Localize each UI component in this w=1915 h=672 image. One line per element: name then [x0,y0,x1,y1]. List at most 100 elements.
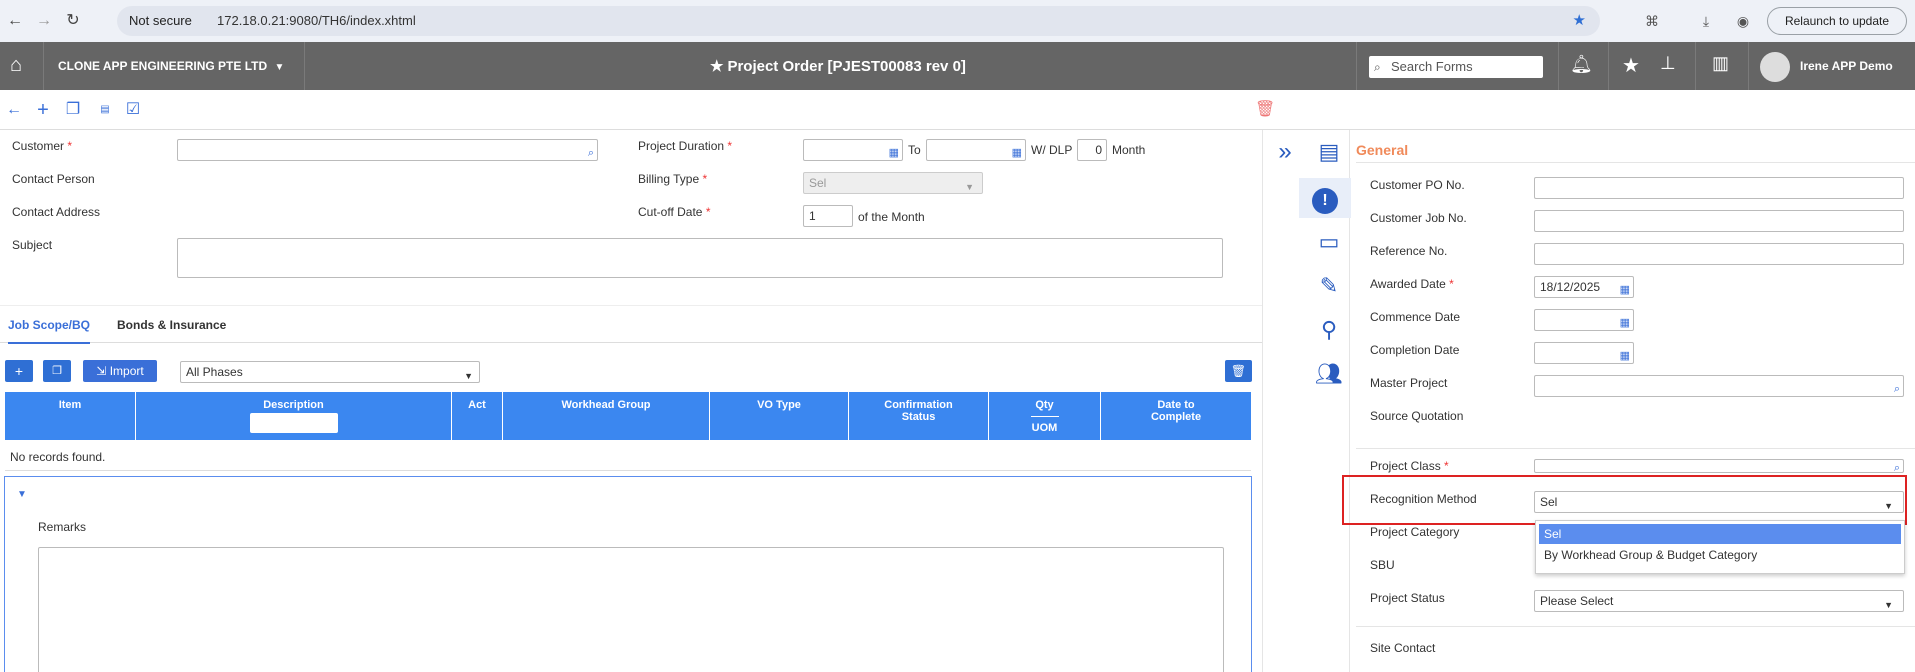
copy-row-button[interactable]: ❐ [43,360,71,382]
duration-start-date[interactable]: ▦ [803,139,903,161]
app-header: ⌂ CLONE APP ENGINEERING PTE LTD ▼ ★ Proje… [0,42,1915,90]
add-row-button[interactable]: + [5,360,33,382]
search-icon[interactable]: ⌕ [1894,379,1900,399]
delete-rows-button[interactable]: 🗑︎ [1225,360,1252,382]
reload-icon[interactable]: ↻ [63,11,83,31]
duration-end-date[interactable]: ▦ [926,139,1026,161]
header-divider [1695,42,1696,90]
copy-icon[interactable]: ❐ [64,101,82,119]
billing-type-label: Billing Type * [638,172,708,186]
master-project-input[interactable]: ⌕ [1534,375,1904,397]
home-icon[interactable]: ⌂ [10,54,22,77]
header-divider [304,42,305,90]
commence-date-input[interactable]: ▦ [1534,309,1634,331]
avatar[interactable] [1760,52,1790,82]
payment-card-icon[interactable]: ▭ [1307,222,1351,262]
calendar-icon[interactable]: ▦ [1620,280,1630,300]
subject-textarea[interactable] [177,238,1223,278]
month-label: Month [1112,143,1146,157]
delete-icon[interactable]: 🗑︎ [1255,101,1275,119]
tab-bar: Job Scope/BQ Bonds & Insurance [0,305,1262,344]
customer-po-input[interactable] [1534,177,1904,199]
customer-job-label: Customer Job No. [1370,211,1467,225]
column-act: Act [452,392,503,440]
company-selector[interactable]: CLONE APP ENGINEERING PTE LTD ▼ [58,59,284,73]
pin-icon[interactable]: ⊥ [1660,53,1676,74]
chevron-down-icon: ▼ [274,62,285,73]
add-icon[interactable]: + [34,100,52,120]
customer-po-label: Customer PO No. [1370,178,1465,192]
bell-icon[interactable]: 🔔︎ [1570,54,1593,75]
project-duration-label: Project Duration * [638,139,733,153]
tab-bonds-insurance[interactable]: Bonds & Insurance [117,318,226,332]
of-month-label: of the Month [858,210,925,224]
master-project-label: Master Project [1370,376,1448,390]
remarks-textarea[interactable] [38,547,1224,672]
chart-icon[interactable]: ▥ [1712,53,1729,74]
awarded-date-input[interactable]: 18/12/2025 ▦ [1534,276,1634,298]
team-icon[interactable]: 👥︎ [1307,354,1351,394]
general-info-icon[interactable]: ! [1299,178,1351,218]
cutoff-date-input[interactable]: 1 [803,205,853,227]
page-title-text: Project Order [PJEST00083 rev 0] [727,58,966,75]
expand-icon[interactable]: » [1263,132,1307,172]
column-confirmation-status: Confirmation Status [849,392,989,440]
project-class-input[interactable]: ⌕ [1534,459,1904,474]
attachment-icon[interactable]: ⚲ [1307,310,1351,350]
billing-document-icon[interactable]: ▤ [1307,132,1351,172]
completion-date-input[interactable]: ▦ [1534,342,1634,364]
project-status-label: Project Status [1370,591,1445,605]
sbu-label: SBU [1370,558,1395,572]
calendar-icon[interactable]: ▦ [1620,313,1630,333]
approve-icon[interactable]: ☑ [124,101,142,119]
cutoff-date-label: Cut-off Date * [638,205,711,219]
section-divider [1356,448,1915,449]
search-icon[interactable]: ⌕ [588,143,594,163]
collapse-toggle-icon[interactable]: ▼ [17,489,27,500]
tab-job-scope[interactable]: Job Scope/BQ [8,318,91,344]
awarded-date-label: Awarded Date * [1370,277,1454,291]
back-arrow-icon[interactable]: ← [5,101,23,119]
pdf-icon[interactable]: ▤ [96,101,114,119]
back-icon[interactable]: ← [5,11,25,31]
billing-type-select[interactable]: Sel ▼ [803,172,983,194]
relaunch-button[interactable]: Relaunch to update [1767,7,1907,35]
download-icon[interactable]: ⤓ [1696,11,1716,31]
project-status-select[interactable]: Please Select ▼ [1534,590,1904,612]
user-name[interactable]: Irene APP Demo [1800,59,1893,73]
url-text: 172.18.0.21:9080/TH6/index.xhtml [217,13,416,28]
calendar-icon[interactable]: ▦ [1620,346,1630,366]
account-icon[interactable]: ◉ [1733,11,1753,31]
favorites-star-icon[interactable]: ★ [1622,53,1640,78]
search-forms-input[interactable]: ⌕ Search Forms [1369,56,1543,78]
column-workhead-group: Workhead Group [503,392,710,440]
reference-input[interactable] [1534,243,1904,265]
project-class-label: Project Class * [1370,459,1449,473]
star-icon[interactable]: ★ [710,58,723,75]
forward-icon[interactable]: → [34,11,54,31]
calendar-icon[interactable]: ▦ [889,143,899,163]
edit-icon[interactable]: ✎ [1307,266,1351,306]
calendar-icon[interactable]: ▦ [1012,143,1022,163]
customer-input[interactable]: ⌕ [177,139,598,161]
address-bar[interactable]: Not secure 172.18.0.21:9080/TH6/index.xh… [117,6,1600,36]
translate-icon[interactable]: ⌘ [1642,11,1662,31]
phase-select[interactable]: All Phases ▼ [180,361,480,383]
reference-label: Reference No. [1370,244,1448,258]
table-header: Item Description Act Workhead Group VO T… [5,392,1251,440]
chevron-down-icon: ▼ [464,371,473,381]
column-item: Item [5,392,136,440]
completion-date-label: Completion Date [1370,343,1460,357]
customer-label: Customer * [12,139,73,153]
company-name: CLONE APP ENGINEERING PTE LTD [58,59,268,73]
to-label: To [908,143,921,157]
bookmark-star-icon[interactable]: ★ [1573,11,1586,29]
dropdown-option-sel[interactable]: Sel [1539,524,1901,544]
header-divider [1558,42,1559,90]
dlp-input[interactable]: 0 [1077,139,1107,161]
description-filter-input[interactable] [249,413,338,433]
customer-job-input[interactable] [1534,210,1904,232]
action-toolbar: ← + ❐ ▤ ☑ 🗑︎ [0,90,1915,130]
dropdown-option-workhead-budget[interactable]: By Workhead Group & Budget Category [1544,548,1757,562]
import-button[interactable]: ⇲ Import [83,360,157,382]
